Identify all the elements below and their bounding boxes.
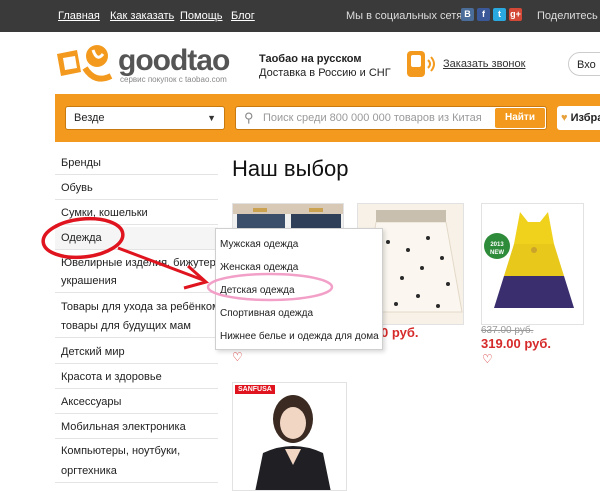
logo-tagline: сервис покупок с taobao.com bbox=[120, 75, 227, 84]
category-beauty[interactable]: Красота и здоровье bbox=[55, 366, 218, 389]
category-accessories[interactable]: Аксессуары bbox=[55, 391, 218, 414]
page-title: Наш выбор bbox=[232, 156, 349, 181]
nav-blog-link[interactable]: Блог bbox=[231, 10, 255, 22]
submenu-mens-clothing[interactable]: Мужская одежда bbox=[220, 239, 298, 250]
category-clothing[interactable]: Одежда bbox=[55, 227, 218, 250]
product-old-price: 637.00 руб. bbox=[481, 325, 534, 336]
share-label: Поделитесь с bbox=[537, 10, 600, 22]
search-placeholder: Поиск среди 800 000 000 товаров из Китая bbox=[263, 112, 482, 124]
vk-icon[interactable]: В bbox=[461, 8, 474, 21]
category-shoes[interactable]: Обувь bbox=[55, 177, 218, 200]
submenu-kids-clothing[interactable]: Детская одежда bbox=[220, 285, 295, 296]
heart-icon[interactable]: ♡ bbox=[482, 352, 493, 366]
signal-icon bbox=[427, 56, 435, 72]
header-tagline-delivery: Доставка в Россию и СНГ bbox=[259, 67, 391, 79]
submenu-womens-clothing[interactable]: Женская одежда bbox=[220, 262, 298, 273]
submenu-sports-clothing[interactable]: Спортивная одежда bbox=[220, 308, 313, 319]
category-mobile-electronics[interactable]: Мобильная электроника bbox=[55, 416, 218, 439]
clothing-submenu: Мужская одежда Женская одежда Детская од… bbox=[215, 228, 383, 350]
product-price: 0 руб. bbox=[381, 325, 419, 340]
nav-home-link[interactable]: Главная bbox=[58, 10, 100, 22]
top-bar: Главная Как заказать Помощь Блог Мы в со… bbox=[0, 0, 600, 32]
login-button[interactable]: Вхо bbox=[568, 52, 600, 76]
nav-how-to-order-link[interactable]: Как заказать bbox=[110, 10, 174, 22]
product-price: 319.00 руб. bbox=[481, 336, 552, 351]
search-scope-select[interactable]: Везде ▼ bbox=[65, 106, 225, 130]
twitter-icon[interactable]: t bbox=[493, 8, 506, 21]
social-label: Мы в социальных сетях: bbox=[346, 10, 471, 22]
heart-icon: ♥ bbox=[561, 112, 568, 124]
category-kids-world[interactable]: Детский мир bbox=[55, 341, 218, 364]
category-brands[interactable]: Бренды bbox=[55, 152, 218, 175]
nav-help-link[interactable]: Помощь bbox=[180, 10, 223, 22]
category-computers-line2[interactable]: оргтехника bbox=[55, 460, 218, 483]
product-image-dress[interactable]: 2013 NEW bbox=[481, 203, 584, 325]
search-button[interactable]: Найти bbox=[495, 108, 545, 128]
category-jewelry-line2[interactable]: украшения bbox=[55, 270, 218, 293]
facebook-icon[interactable]: f bbox=[477, 8, 490, 21]
submenu-underwear-homewear[interactable]: Нижнее белье и одежда для дома bbox=[220, 331, 379, 342]
logo-wordmark[interactable]: goodtao bbox=[118, 44, 230, 78]
product-new-tag: NEW bbox=[490, 250, 504, 256]
category-bags[interactable]: Сумки, кошельки bbox=[55, 202, 218, 225]
logo-icon[interactable] bbox=[55, 42, 119, 86]
product-image-blouse[interactable]: SANFUSA bbox=[232, 382, 347, 491]
favorites-label: Избра bbox=[570, 112, 600, 124]
heart-icon[interactable]: ♡ bbox=[232, 350, 243, 364]
phone-icon bbox=[407, 51, 425, 77]
favorites-button[interactable]: ♥ Избра bbox=[557, 106, 600, 130]
header-tagline-title: Таобао на русском bbox=[259, 53, 362, 65]
callback-link[interactable]: Заказать звонок bbox=[443, 58, 525, 70]
search-icon: ⚲ bbox=[244, 110, 254, 125]
category-baby-line2[interactable]: товары для будущих мам bbox=[55, 315, 218, 338]
chevron-down-icon: ▼ bbox=[207, 113, 216, 123]
google-plus-icon[interactable]: g+ bbox=[509, 8, 522, 21]
product-year-tag: 2013 bbox=[490, 242, 504, 248]
search-scope-value: Везде bbox=[74, 112, 105, 124]
